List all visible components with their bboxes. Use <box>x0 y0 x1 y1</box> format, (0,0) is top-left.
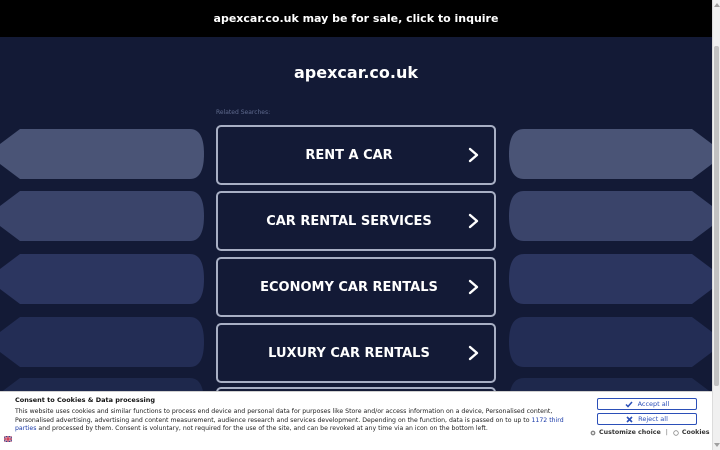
page-scrollbar[interactable] <box>712 0 720 450</box>
left-shape-2 <box>0 191 204 241</box>
accept-all-label: Accept all <box>637 400 670 408</box>
x-icon <box>626 415 633 423</box>
search-link-rent-a-car[interactable]: RENT A CAR <box>216 125 496 185</box>
scrollbar-thumb[interactable] <box>714 46 719 386</box>
chevron-right-icon <box>468 213 479 229</box>
accept-all-button[interactable]: Accept all <box>597 398 697 410</box>
scroll-up-arrow-icon[interactable] <box>714 3 720 7</box>
right-shape-3 <box>509 254 712 304</box>
left-shape-3 <box>0 254 204 304</box>
search-link-economy-car-rentals[interactable]: ECONOMY CAR RENTALS <box>216 257 496 317</box>
search-link-label: LUXURY CAR RENTALS <box>268 345 430 361</box>
for-sale-banner[interactable]: apexcar.co.uk may be for sale, click to … <box>0 0 712 37</box>
cookie-consent-banner: Consent to Cookies & Data processing Thi… <box>0 391 712 450</box>
chevron-right-icon <box>468 279 479 295</box>
consent-secondary-links: Customize choice | Cookies <box>590 429 710 436</box>
chevron-right-icon <box>468 345 479 361</box>
uk-flag-icon[interactable] <box>4 436 12 442</box>
right-shape-2 <box>509 191 712 241</box>
main-content: apexcar.co.uk Related Searches: RENT A C… <box>0 37 712 450</box>
consent-description: This website uses cookies and similar fu… <box>15 408 585 434</box>
reject-all-label: Reject all <box>638 415 668 423</box>
search-link-car-rental-services[interactable]: CAR RENTAL SERVICES <box>216 191 496 251</box>
consent-title: Consent to Cookies & Data processing <box>15 396 156 404</box>
consent-text-part1: This website uses cookies and similar fu… <box>15 408 553 424</box>
check-icon <box>625 401 633 408</box>
gear-icon <box>590 430 596 435</box>
left-shape-4 <box>0 317 204 367</box>
cookie-icon <box>673 429 679 436</box>
consent-text-part2: and processed by them. Consent is volunt… <box>36 425 488 432</box>
related-searches-label: Related Searches: <box>216 109 271 116</box>
search-link-label: ECONOMY CAR RENTALS <box>260 279 438 295</box>
scroll-down-arrow-icon[interactable] <box>714 443 720 447</box>
search-link-label: CAR RENTAL SERVICES <box>266 213 432 229</box>
right-shape-4 <box>509 317 712 367</box>
search-link-label: RENT A CAR <box>305 147 393 163</box>
left-shape-1 <box>0 129 204 179</box>
cookies-link[interactable]: Cookies <box>682 429 710 436</box>
link-separator: | <box>665 429 668 436</box>
site-title: apexcar.co.uk <box>294 63 418 82</box>
chevron-right-icon <box>468 147 479 163</box>
right-shape-1 <box>509 129 712 179</box>
customize-choice-link[interactable]: Customize choice <box>599 429 661 436</box>
for-sale-banner-text: apexcar.co.uk may be for sale, click to … <box>213 12 499 25</box>
search-link-luxury-car-rentals[interactable]: LUXURY CAR RENTALS <box>216 323 496 383</box>
reject-all-button[interactable]: Reject all <box>597 413 697 425</box>
